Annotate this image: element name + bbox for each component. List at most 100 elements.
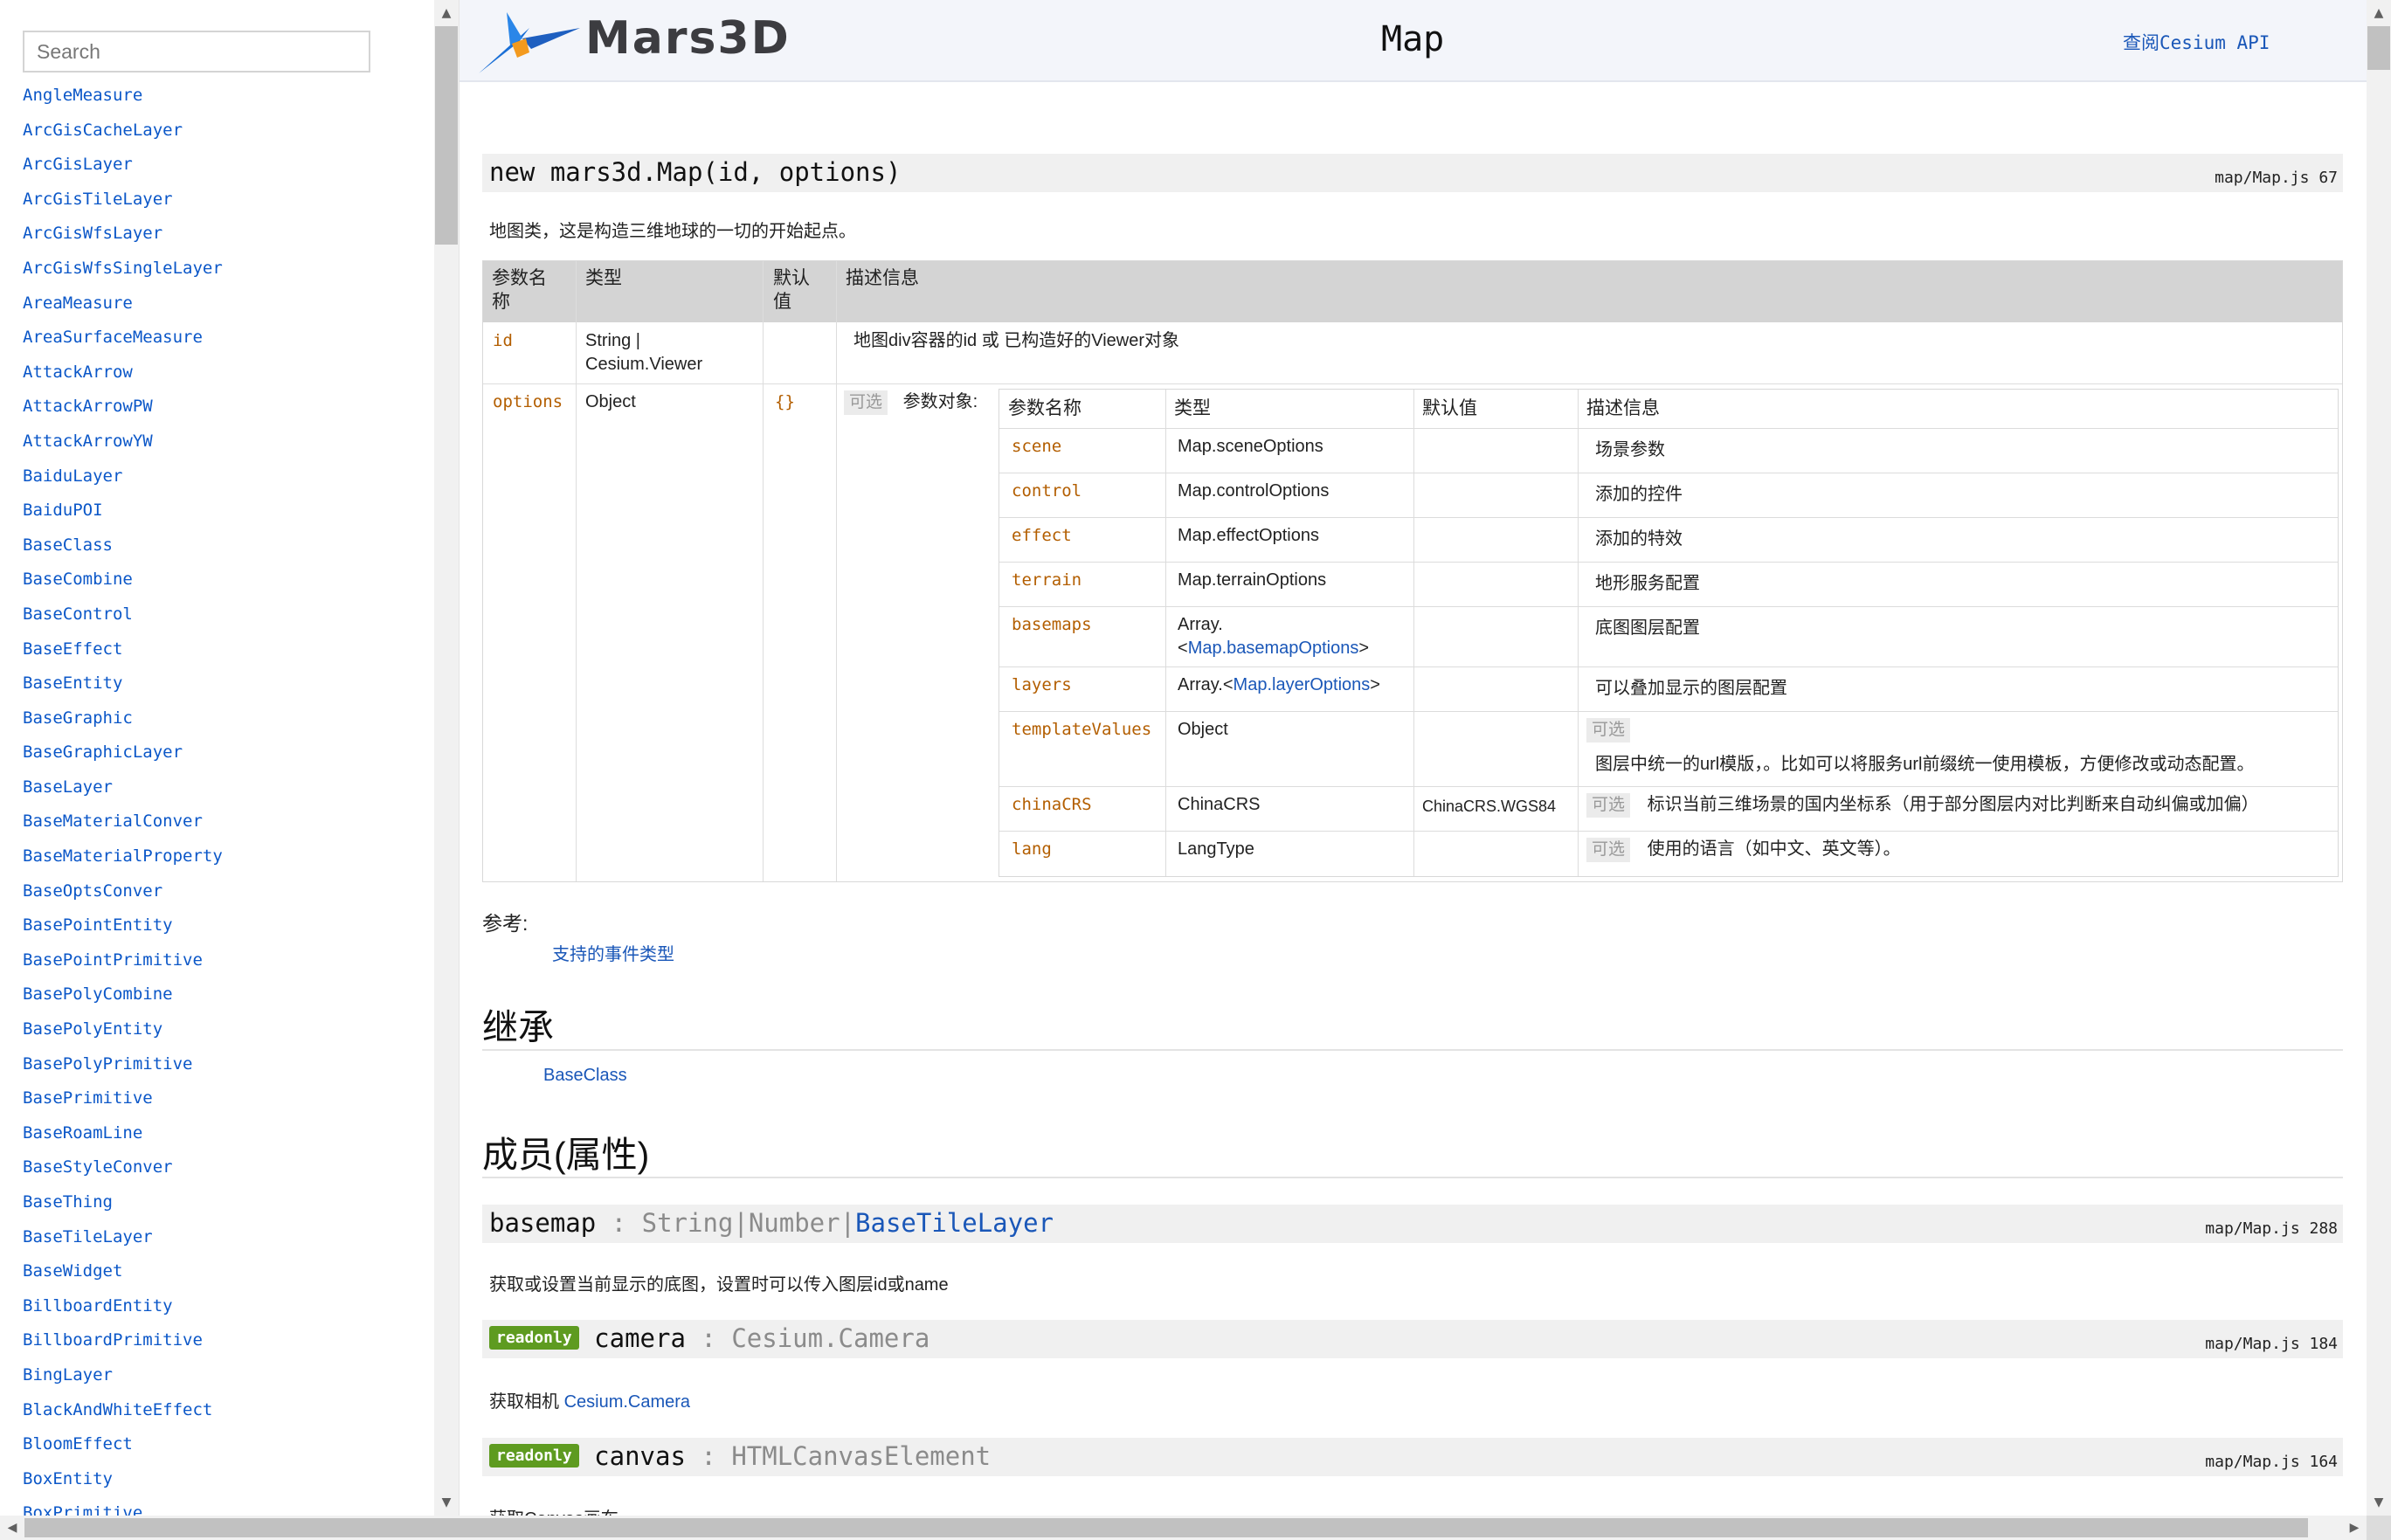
sidebar-item[interactable]: BaseEntity xyxy=(23,673,223,708)
main-scroll-thumb[interactable] xyxy=(2367,26,2390,70)
param-desc-id: 地图div容器的id 或 已构造好的Viewer对象 xyxy=(853,331,1180,350)
type-link-layers[interactable]: Map.layerOptions xyxy=(1234,675,1371,694)
sidebar-item[interactable]: BingLayer xyxy=(23,1365,223,1400)
type-link-terrain[interactable]: Map.terrainOptions xyxy=(1178,569,1326,592)
sidebar-item[interactable]: AttackArrowYW xyxy=(23,432,223,466)
sidebar-item[interactable]: BaseRoamLine xyxy=(23,1123,223,1158)
sidebar-item[interactable]: BaseControl xyxy=(23,604,223,639)
nested-param-basemaps: basemaps xyxy=(1012,615,1092,634)
sidebar-item[interactable]: BasePointEntity xyxy=(23,915,223,950)
sidebar-item[interactable]: BaseStyleConver xyxy=(23,1157,223,1192)
cesium-api-link[interactable]: 查阅Cesium API xyxy=(2123,29,2270,55)
type-link-basetilelayer[interactable]: BaseTileLayer xyxy=(855,1208,1054,1238)
type-link-control[interactable]: Map.controlOptions xyxy=(1178,480,1329,503)
sidebar-item[interactable]: BoxPrimitive xyxy=(23,1503,223,1516)
sidebar-item[interactable]: BaseOptsConver xyxy=(23,881,223,916)
sidebar-item[interactable]: ArcGisTileLayer xyxy=(23,190,223,224)
sidebar-item[interactable]: AreaMeasure xyxy=(23,293,223,328)
source-link[interactable]: map/Map.js 67 xyxy=(2215,169,2338,187)
row-divider xyxy=(483,383,2342,384)
nested-optional-templatevalues: 可选 xyxy=(1586,718,1631,742)
sidebar-item[interactable]: BaseWidget xyxy=(23,1261,223,1296)
sidebar-item[interactable]: AreaSurfaceMeasure xyxy=(23,328,223,363)
nested-desc-control: 添加的控件 xyxy=(1595,485,1683,504)
nested-param-templatevalues: templateValues xyxy=(1012,720,1152,739)
sidebar-item[interactable]: BaseMaterialProperty xyxy=(23,846,223,881)
sidebar-item[interactable]: BillboardPrimitive xyxy=(23,1330,223,1365)
sidebar-item[interactable]: BillboardEntity xyxy=(23,1296,223,1331)
sidebar-item[interactable]: BaseMaterialConver xyxy=(23,811,223,846)
options-desc-label: 参数对象: xyxy=(902,392,978,411)
sidebar-item[interactable]: BasePolyPrimitive xyxy=(23,1054,223,1089)
horizontal-scroll-thumb[interactable] xyxy=(24,1518,2308,1537)
horizontal-scrollbar[interactable]: ◀ ▶ xyxy=(0,1516,2367,1540)
type-templatevalues: Object xyxy=(1178,720,1228,739)
nested-desc-scene: 场景参数 xyxy=(1595,440,1665,459)
sidebar-item[interactable]: ArcGisWfsLayer xyxy=(23,224,223,259)
sidebar-item[interactable]: BasePolyEntity xyxy=(23,1019,223,1054)
sidebar-item[interactable]: BaseEffect xyxy=(23,639,223,674)
optional-tag: 可选 xyxy=(1586,793,1631,818)
main-content: new mars3d.Map(id, options) map/Map.js 6… xyxy=(460,84,2367,1516)
scroll-up-arrow-icon[interactable]: ▲ xyxy=(434,7,459,19)
col-divider xyxy=(836,261,837,881)
sidebar-item[interactable]: BloomEffect xyxy=(23,1434,223,1469)
row-divider xyxy=(999,831,2338,832)
source-link[interactable]: map/Map.js 184 xyxy=(2205,1335,2338,1353)
sidebar-item[interactable]: BaiduPOI xyxy=(23,501,223,535)
sidebar-item[interactable]: BaseCombine xyxy=(23,570,223,604)
row-divider xyxy=(999,428,2338,429)
col-divider xyxy=(1578,390,1579,876)
sidebar-item[interactable]: BaseGraphicLayer xyxy=(23,742,223,777)
members-heading: 成员(属性) xyxy=(482,1135,650,1175)
row-divider xyxy=(999,606,2338,607)
sidebar-item[interactable]: BoxEntity xyxy=(23,1469,223,1504)
type-link-basemaps[interactable]: Map.basemapOptions xyxy=(1188,639,1359,658)
sidebar-item[interactable]: AngleMeasure xyxy=(23,86,223,121)
param-type-options: Object xyxy=(585,392,636,411)
desc-link-cesium-camera[interactable]: Cesium.Camera xyxy=(564,1392,690,1412)
sidebar-item[interactable]: ArcGisLayer xyxy=(23,155,223,190)
member-basemap-bar: basemap : String|Number|BaseTileLayer ma… xyxy=(482,1205,2343,1243)
sidebar-item[interactable]: BasePolyCombine xyxy=(23,984,223,1019)
nested-param-lang: lang xyxy=(1012,839,1052,859)
col-divider xyxy=(1165,390,1166,876)
sidebar-item[interactable]: BaseTileLayer xyxy=(23,1227,223,1262)
type-link-lang[interactable]: LangType xyxy=(1178,838,1254,861)
sidebar-item[interactable]: AttackArrow xyxy=(23,363,223,397)
sidebar-item[interactable]: BaseClass xyxy=(23,535,223,570)
row-divider xyxy=(999,562,2338,563)
constructor-description: 地图类，这是构造三维地球的一切的开始起点。 xyxy=(489,222,856,241)
sidebar-item[interactable]: ArcGisWfsSingleLayer xyxy=(23,259,223,293)
sidebar-item[interactable]: BaseLayer xyxy=(23,777,223,812)
scroll-right-arrow-icon[interactable]: ▶ xyxy=(2342,1522,2367,1534)
nested-param-control: control xyxy=(1012,481,1082,501)
main-scrollbar[interactable]: ▲ ▼ xyxy=(2367,0,2391,1516)
sidebar-item[interactable]: BaseGraphic xyxy=(23,708,223,743)
type-link-effect[interactable]: Map.effectOptions xyxy=(1178,524,1319,548)
sidebar-scroll-thumb[interactable] xyxy=(435,26,458,245)
sidebar-item[interactable]: BlackAndWhiteEffect xyxy=(23,1400,223,1435)
type-link-scene[interactable]: Map.sceneOptions xyxy=(1178,435,1323,459)
see-also-link[interactable]: 支持的事件类型 xyxy=(552,940,674,965)
sidebar-item[interactable]: ArcGisCacheLayer xyxy=(23,121,223,155)
sidebar-item[interactable]: BaseThing xyxy=(23,1192,223,1227)
sidebar-scrollbar[interactable]: ▲ ▼ xyxy=(434,0,459,1516)
search-input[interactable] xyxy=(23,31,370,73)
source-link[interactable]: map/Map.js 288 xyxy=(2205,1219,2338,1238)
member-camera-bar: readonly camera : Cesium.Camera map/Map.… xyxy=(482,1320,2343,1358)
sidebar-item[interactable]: BasePrimitive xyxy=(23,1088,223,1123)
sidebar-item[interactable]: BaiduLayer xyxy=(23,466,223,501)
source-link[interactable]: map/Map.js 164 xyxy=(2205,1453,2338,1471)
member-canvas-signature: readonly canvas : HTMLCanvasElement xyxy=(489,1441,991,1471)
scroll-up-arrow-icon[interactable]: ▲ xyxy=(2367,7,2391,19)
inheritance-link[interactable]: BaseClass xyxy=(543,1066,627,1086)
scroll-left-arrow-icon[interactable]: ◀ xyxy=(0,1522,24,1534)
sidebar-item[interactable]: AttackArrowPW xyxy=(23,397,223,432)
sidebar-item[interactable]: BasePointPrimitive xyxy=(23,950,223,985)
constructor-signature: new mars3d.Map(id, options) xyxy=(489,157,902,187)
scroll-down-arrow-icon[interactable]: ▼ xyxy=(434,1496,459,1509)
type-link-chinacrs[interactable]: ChinaCRS xyxy=(1178,793,1260,817)
scroll-down-arrow-icon[interactable]: ▼ xyxy=(2367,1496,2391,1509)
nested-desc-lang-cell: 可选 使用的语言（如中文、英文等）。 xyxy=(1586,838,1901,862)
